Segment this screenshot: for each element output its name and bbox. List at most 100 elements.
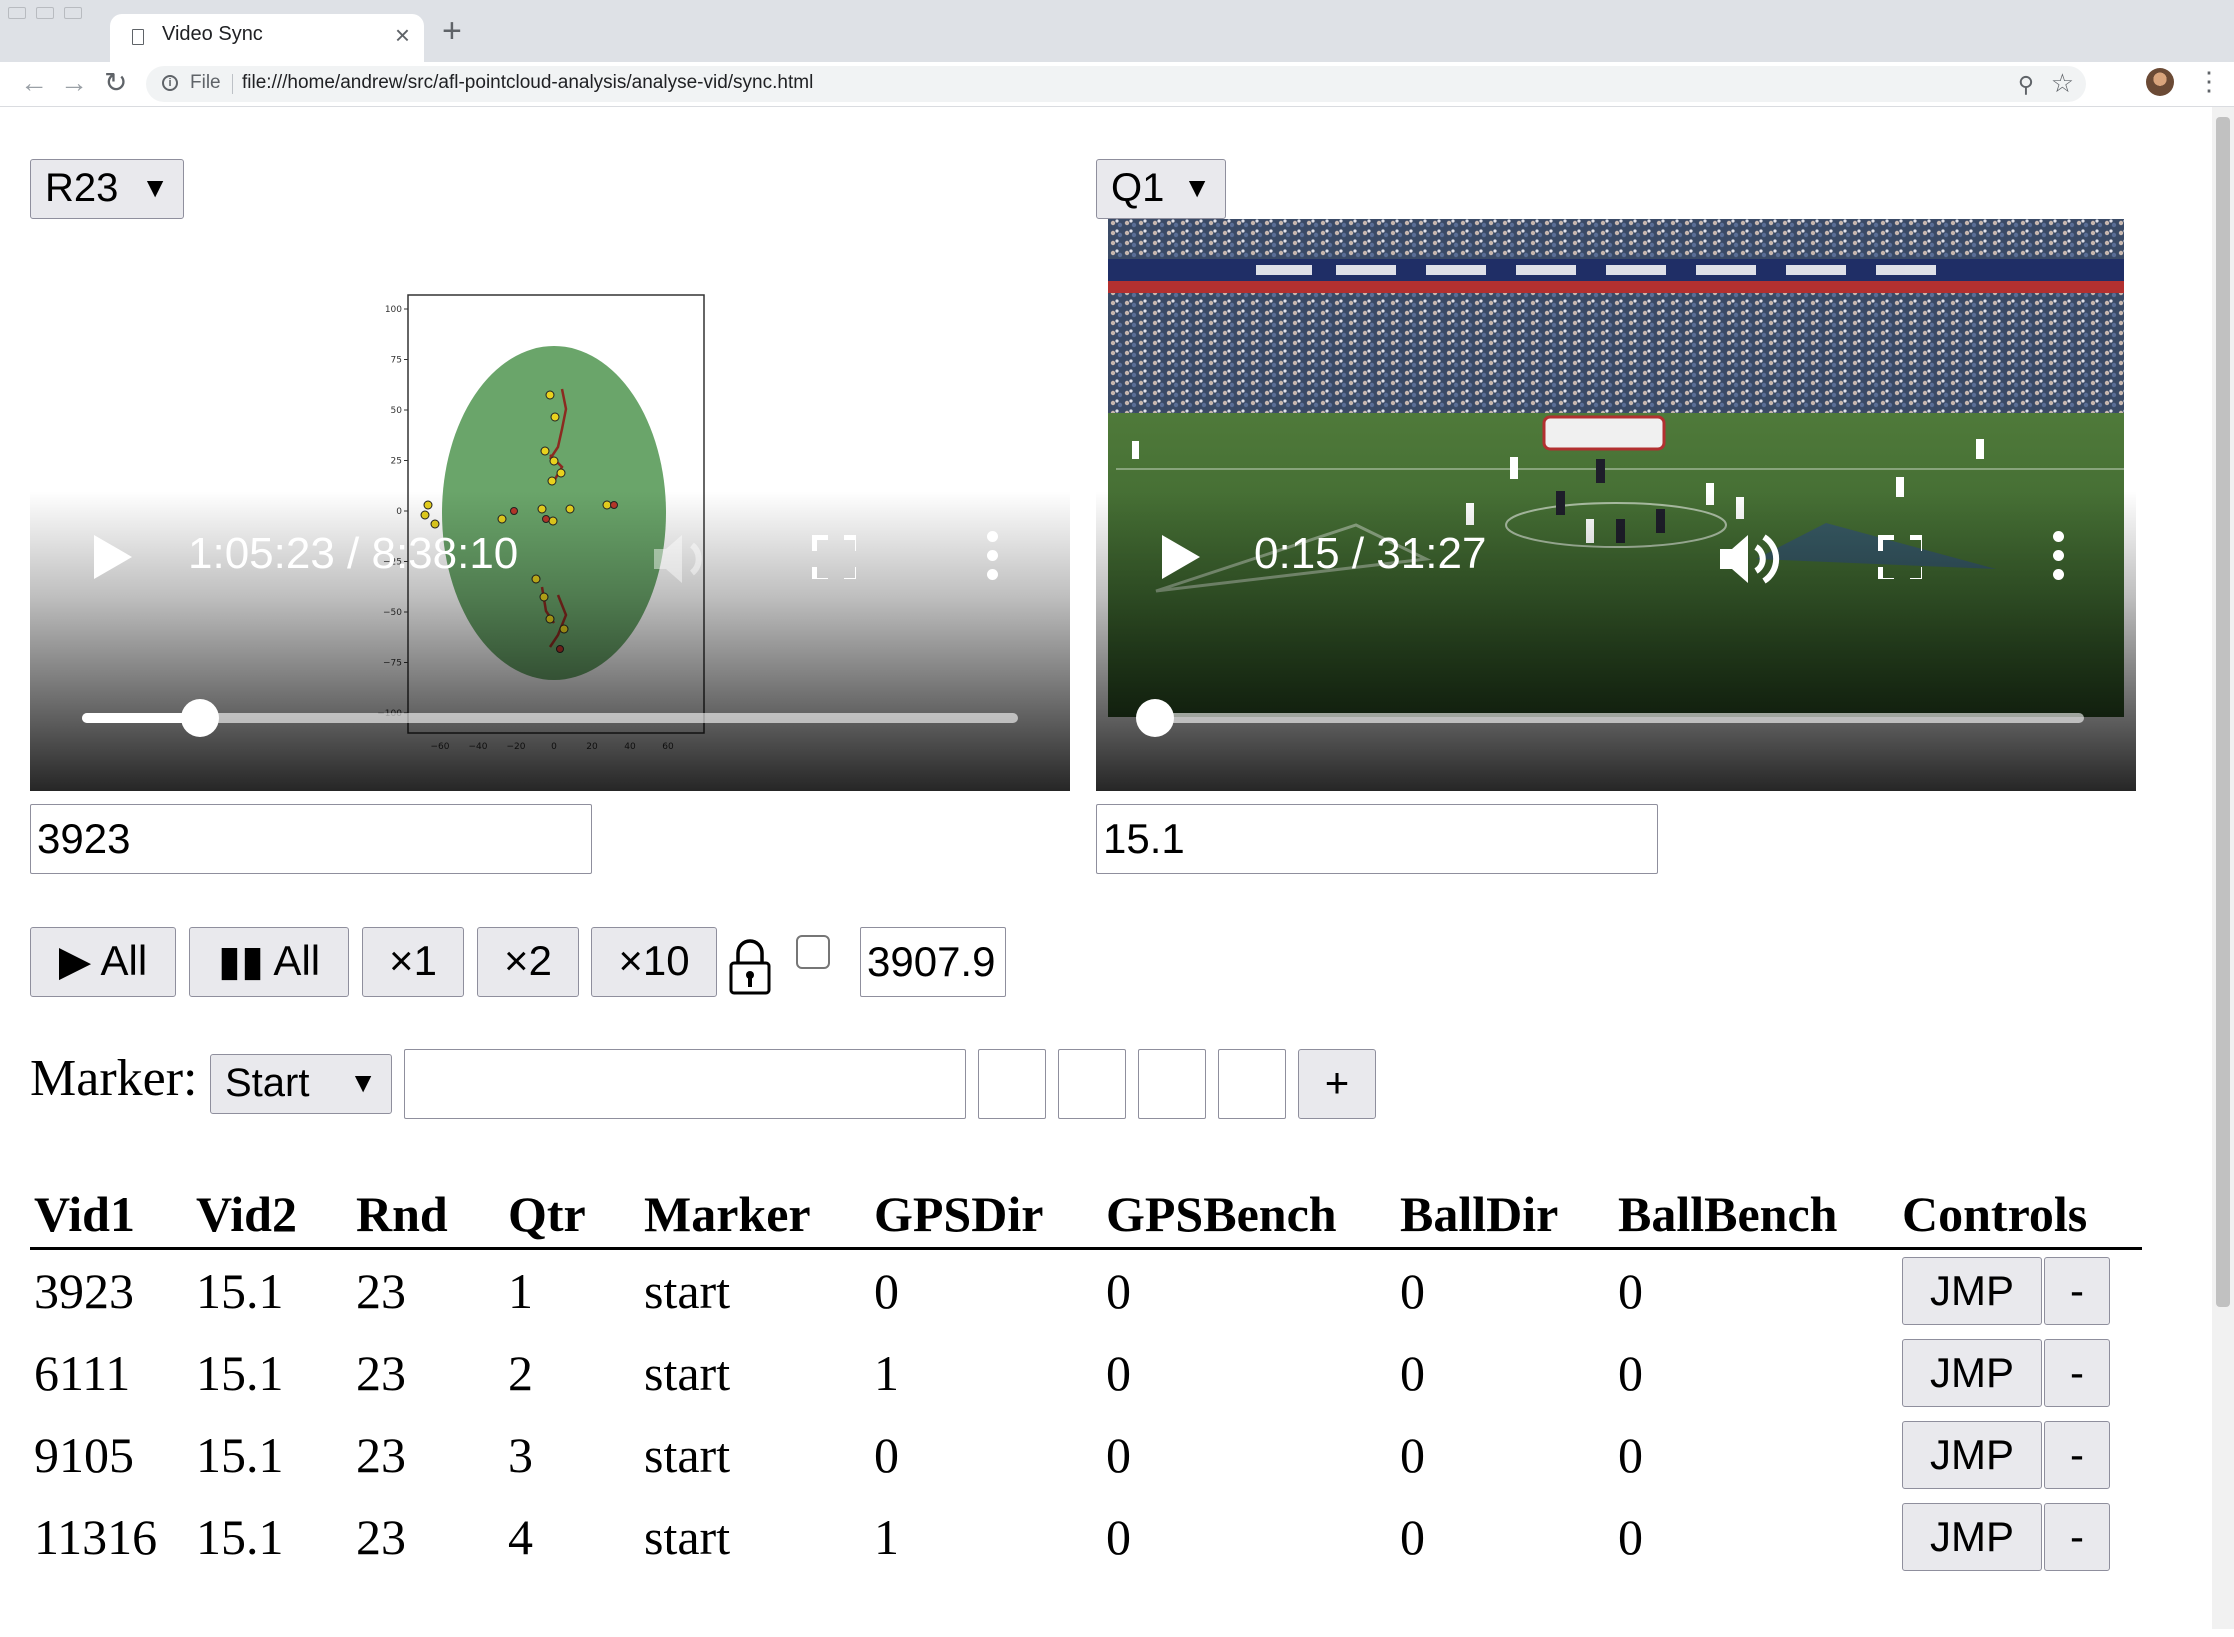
scheme-label: File <box>190 72 221 93</box>
star-icon[interactable]: ☆ <box>2051 68 2074 99</box>
delete-row-button[interactable]: - <box>2044 1339 2110 1408</box>
seek-handle[interactable] <box>180 699 219 737</box>
profile-avatar[interactable] <box>2146 68 2174 96</box>
left-frame-input[interactable] <box>30 804 592 874</box>
page-content: R23 ▼ Q1 ▼ 1007550250−25−50−75−100 −60−4… <box>0 107 2234 1637</box>
marker-field-4[interactable] <box>1218 1049 1286 1119</box>
browser-tab[interactable]: Video Sync × <box>110 14 424 62</box>
round-select-value: R23 <box>45 166 119 210</box>
column-header: Rnd <box>352 1167 504 1250</box>
quarter-select[interactable]: Q1 ▼ <box>1096 159 1226 219</box>
delete-row-button[interactable]: - <box>2044 1421 2110 1490</box>
url-text[interactable]: file:///home/andrew/src/afl-pointcloud-a… <box>242 72 813 94</box>
kebab-menu-icon[interactable]: ⋮ <box>2196 66 2222 97</box>
table-cell: 23 <box>356 1427 406 1483</box>
column-header: Vid2 <box>192 1167 352 1250</box>
divider <box>232 74 233 94</box>
table-cell: 15.1 <box>196 1427 284 1483</box>
column-header: BallDir <box>1396 1167 1614 1250</box>
reload-icon[interactable]: ↻ <box>104 66 127 100</box>
scrollbar[interactable] <box>2212 107 2234 1629</box>
play-all-button[interactable]: ▶ All <box>30 927 176 997</box>
jump-button[interactable]: JMP <box>1902 1339 2042 1408</box>
round-select[interactable]: R23 ▼ <box>30 159 184 219</box>
player-dot <box>540 446 550 456</box>
table-cell: 3923 <box>34 1263 134 1319</box>
player-dot <box>545 390 555 400</box>
seek-bar[interactable] <box>82 699 1018 737</box>
table-cell: 0 <box>1618 1427 1643 1483</box>
lock-checkbox[interactable] <box>796 935 830 969</box>
table-cell: 9105 <box>34 1427 134 1483</box>
table-header-row: Vid1 Vid2 Rnd Qtr Marker GPSDir GPSBench… <box>30 1167 2142 1250</box>
seek-bar[interactable] <box>1136 699 2084 737</box>
table-row: 3923 15.1 23 1 start 0 0 0 0 JMP - <box>30 1249 2142 1333</box>
table-cell: 1 <box>874 1345 899 1401</box>
y-tick-label: 50 <box>391 406 403 416</box>
player-dot <box>547 476 557 486</box>
video-player-right[interactable]: 0:15 / 31:27 <box>1096 219 2136 791</box>
table-row: 11316 15.1 23 4 start 1 0 0 0 JMP - <box>30 1496 2142 1578</box>
video-player-left[interactable]: 1007550250−25−50−75−100 −60−40−200204060 <box>30 219 1070 791</box>
chevron-down-icon: ▼ <box>349 1067 377 1098</box>
row-controls: JMP - <box>1898 1414 2142 1496</box>
more-options-icon[interactable] <box>987 531 999 588</box>
speed-2x-button[interactable]: ×2 <box>477 927 579 997</box>
markers-table: Vid1 Vid2 Rnd Qtr Marker GPSDir GPSBench… <box>30 1167 2142 1578</box>
chevron-down-icon: ▼ <box>141 172 169 203</box>
fullscreen-icon[interactable] <box>1878 535 1922 579</box>
back-arrow-icon[interactable]: ← <box>20 66 48 100</box>
speed-10x-button[interactable]: ×10 <box>591 927 717 997</box>
address-bar[interactable]: i File file:///home/andrew/src/afl-point… <box>146 66 2086 102</box>
new-tab-button[interactable]: + <box>442 12 462 51</box>
play-icon[interactable] <box>1162 535 1200 579</box>
forward-arrow-icon[interactable]: → <box>60 66 88 100</box>
column-header: Controls <box>1898 1167 2142 1250</box>
zoom-icon[interactable]: ⚲ <box>2018 72 2034 98</box>
volume-muted-icon[interactable] <box>650 529 714 589</box>
table-cell: 6111 <box>34 1345 131 1401</box>
table-cell: 11316 <box>34 1509 158 1565</box>
play-icon[interactable] <box>94 535 132 579</box>
speed-1x-button[interactable]: ×1 <box>362 927 464 997</box>
lock-icon[interactable] <box>728 939 772 995</box>
jump-button[interactable]: JMP <box>1902 1257 2042 1326</box>
volume-icon[interactable] <box>1716 529 1780 589</box>
right-time-input[interactable] <box>1096 804 1658 874</box>
table-cell: 0 <box>874 1263 899 1319</box>
table-cell: 1 <box>508 1263 533 1319</box>
table-cell: 2 <box>508 1345 533 1401</box>
table-cell: 3 <box>508 1427 533 1483</box>
marker-field-3[interactable] <box>1138 1049 1206 1119</box>
column-header: Qtr <box>504 1167 640 1250</box>
player-dot <box>550 412 560 422</box>
fullscreen-icon[interactable] <box>812 535 856 579</box>
delete-row-button[interactable]: - <box>2044 1257 2110 1326</box>
info-icon[interactable]: i <box>162 75 178 91</box>
pause-all-button[interactable]: ▮▮ All <box>189 927 349 997</box>
table-cell: 15.1 <box>196 1345 284 1401</box>
scrollbar-thumb[interactable] <box>2216 117 2230 1307</box>
marker-field-2[interactable] <box>1058 1049 1126 1119</box>
row-controls: JMP - <box>1898 1496 2142 1578</box>
tab-close-icon[interactable]: × <box>395 20 410 51</box>
marker-type-select[interactable]: Start ▼ <box>210 1054 392 1114</box>
table-cell: 0 <box>1618 1345 1643 1401</box>
window-controls[interactable] <box>8 6 103 24</box>
jump-button[interactable]: JMP <box>1902 1503 2042 1572</box>
table-cell: 0 <box>1106 1345 1131 1401</box>
jump-button[interactable]: JMP <box>1902 1421 2042 1490</box>
marker-name-input[interactable] <box>404 1049 966 1119</box>
table-cell: 23 <box>356 1345 406 1401</box>
table-cell: 4 <box>508 1509 533 1565</box>
page-icon <box>132 29 144 45</box>
offset-input[interactable] <box>860 927 1006 997</box>
column-header: GPSBench <box>1102 1167 1396 1250</box>
browser-toolbar: ← → ↻ i File file:///home/andrew/src/afl… <box>0 62 2234 107</box>
add-marker-button[interactable]: + <box>1298 1049 1376 1119</box>
marker-field-1[interactable] <box>978 1049 1046 1119</box>
table-cell: 0 <box>1106 1509 1131 1565</box>
more-options-icon[interactable] <box>2053 531 2065 588</box>
delete-row-button[interactable]: - <box>2044 1503 2110 1572</box>
row-controls: JMP - <box>1898 1332 2142 1414</box>
